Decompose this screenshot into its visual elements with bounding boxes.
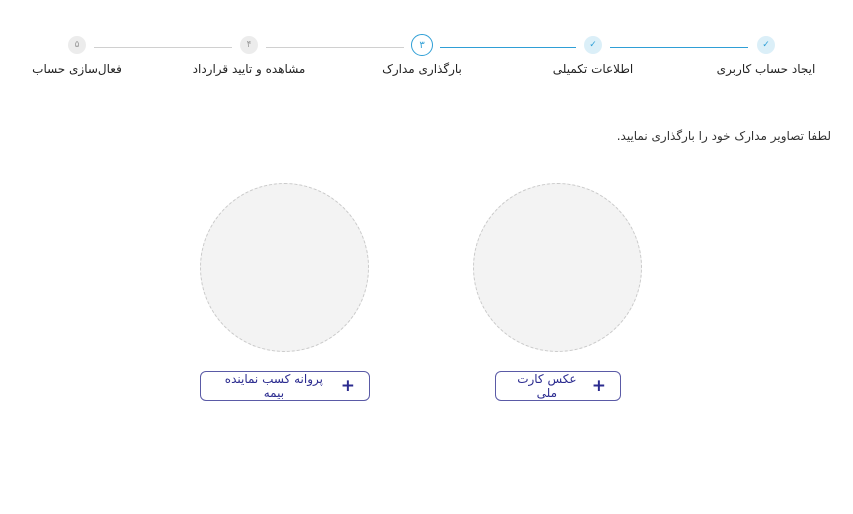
check-icon: ✓ — [584, 36, 602, 54]
step-create-account: ✓ ایجاد حساب کاربری — [681, 36, 851, 76]
step-label: اطلاعات تکمیلی — [552, 62, 634, 76]
add-national-card-button[interactable]: + عکس کارت ملی — [495, 371, 621, 401]
plus-icon: + — [591, 375, 606, 396]
national-card-photo-placeholder[interactable] — [473, 183, 642, 352]
national-card-upload: + عکس کارت ملی — [473, 183, 644, 401]
step-number: ۴ — [240, 36, 258, 54]
progress-stepper: ✓ ایجاد حساب کاربری ✓ اطلاعات تکمیلی ۳ ب… — [0, 0, 853, 95]
step-upload-documents: ۳ بارگذاری مدارک — [337, 34, 507, 76]
insurance-license-photo-placeholder[interactable] — [200, 183, 369, 352]
check-icon: ✓ — [757, 36, 775, 54]
step-view-contract: ۴ مشاهده و تایید قرارداد — [164, 36, 334, 76]
step-number: ۳ — [411, 34, 433, 56]
add-insurance-license-button[interactable]: + پروانه کسب نماینده بیمه — [200, 371, 370, 401]
step-label: فعال‌سازی حساب — [32, 62, 122, 76]
step-label: بارگذاری مدارک — [382, 62, 462, 76]
button-label: عکس کارت ملی — [517, 372, 577, 400]
step-label: مشاهده و تایید قرارداد — [192, 62, 306, 76]
upload-instruction: لطفا تصاویر مدارک خود را بارگذاری نمایید… — [616, 129, 831, 143]
step-additional-info: ✓ اطلاعات تکمیلی — [508, 36, 678, 76]
step-number: ۵ — [68, 36, 86, 54]
step-label: ایجاد حساب کاربری — [716, 62, 816, 76]
button-label: پروانه کسب نماینده بیمه — [224, 372, 323, 400]
step-activate-account: ۵ فعال‌سازی حساب — [0, 36, 162, 76]
plus-icon: + — [340, 375, 355, 396]
insurance-license-upload: + پروانه کسب نماینده بیمه — [200, 183, 371, 401]
